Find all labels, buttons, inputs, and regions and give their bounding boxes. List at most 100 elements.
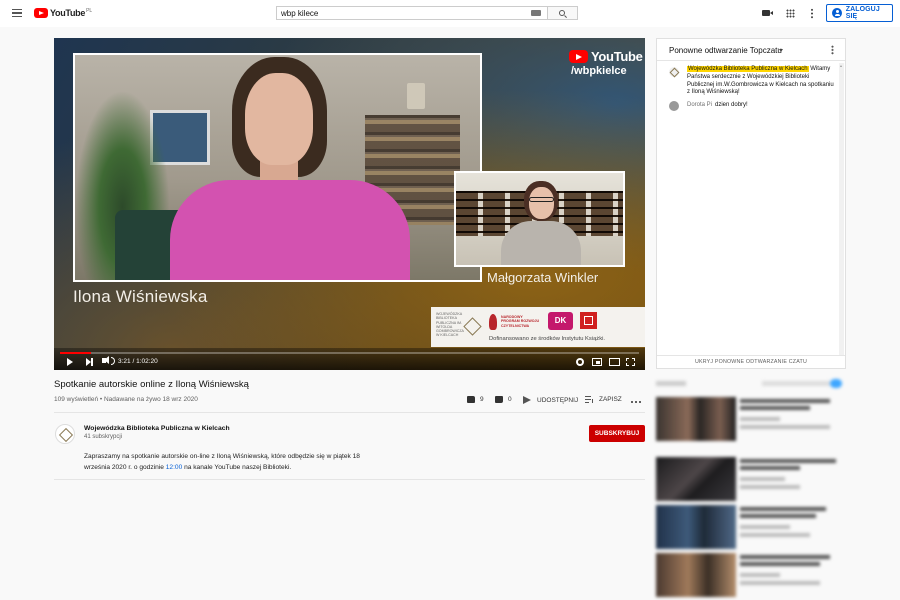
account-icon bbox=[832, 8, 842, 18]
youtube-play-icon bbox=[34, 8, 48, 18]
save-button[interactable]: ZAPISZ bbox=[585, 396, 622, 403]
chat-mode-selector[interactable]: Ponowne odtwarzanie Topczatu bbox=[669, 46, 782, 55]
volume-wave-icon bbox=[111, 357, 115, 365]
search-input[interactable] bbox=[281, 8, 521, 19]
channel-avatar[interactable] bbox=[55, 424, 75, 444]
thumbs-up-icon bbox=[467, 396, 475, 403]
play-icon[interactable] bbox=[67, 358, 73, 366]
timestamp-link[interactable]: 12:00 bbox=[166, 464, 183, 471]
video-meta-placeholder bbox=[740, 417, 780, 421]
speaker-face bbox=[245, 73, 313, 165]
video-thumbnail[interactable] bbox=[656, 553, 736, 597]
npr-logo-text: NARODOWY PROGRAM ROZWOJU CZYTELNICTWA bbox=[501, 315, 540, 328]
video-meta-placeholder bbox=[740, 485, 800, 489]
autoplay-label bbox=[762, 381, 830, 386]
video-thumbnail[interactable] bbox=[656, 505, 736, 549]
share-button[interactable]: UDOSTĘPNIJ bbox=[523, 396, 578, 404]
search-box bbox=[276, 6, 548, 20]
video-player[interactable]: Ilona Wiśniewska Małgorzata Winkler YouT… bbox=[54, 38, 645, 370]
subscribe-button[interactable]: SUBSKRYBUJ bbox=[589, 425, 645, 442]
video-meta-placeholder bbox=[740, 533, 810, 537]
chat-scrollbar[interactable] bbox=[839, 63, 844, 355]
dk-logo: DK bbox=[548, 312, 573, 330]
search-button[interactable] bbox=[548, 6, 578, 20]
menu-icon[interactable] bbox=[12, 9, 22, 17]
video-meta-placeholder bbox=[740, 477, 785, 481]
video-title-placeholder bbox=[740, 399, 830, 403]
video-meta-placeholder bbox=[740, 581, 820, 585]
next-icon[interactable] bbox=[86, 358, 93, 366]
chat-author-avatar[interactable] bbox=[669, 101, 679, 111]
autoplay-toggle[interactable] bbox=[830, 379, 842, 388]
video-thumbnail[interactable] bbox=[656, 457, 736, 501]
more-actions-icon[interactable] bbox=[630, 401, 641, 403]
divider bbox=[54, 412, 645, 413]
create-video-icon[interactable] bbox=[762, 10, 773, 16]
recommended-video[interactable] bbox=[656, 457, 840, 503]
hide-chat-button[interactable]: UKRYJ PONOWNE ODTWARZANIE CZATU bbox=[657, 355, 845, 369]
video-meta: 109 wyświetleń • Nadawane na żywo 18 wrz… bbox=[54, 396, 198, 403]
watermark-brand: YouTube bbox=[591, 49, 643, 64]
youtube-play-icon bbox=[569, 50, 588, 63]
recommended-video[interactable] bbox=[656, 553, 840, 599]
npr-logo: NARODOWY PROGRAM ROZWOJU CZYTELNICTWA bbox=[489, 312, 539, 338]
speaker-name-inset: Małgorzata Winkler bbox=[487, 270, 599, 285]
dislike-button[interactable]: 0 bbox=[495, 396, 512, 403]
sponsor-caption: Dofinansowano ze środków Instytutu Książ… bbox=[489, 336, 605, 342]
signin-button[interactable]: ZALOGUJ SIĘ bbox=[826, 4, 893, 22]
divider bbox=[54, 479, 645, 480]
settings-more-icon[interactable] bbox=[810, 8, 814, 19]
video-meta-placeholder bbox=[740, 525, 790, 529]
logo-region: PL bbox=[86, 7, 93, 14]
video-title: Spotkanie autorskie online z Iloną Wiśni… bbox=[54, 379, 249, 390]
main-speaker-frame bbox=[73, 53, 482, 282]
apps-grid-icon[interactable] bbox=[786, 9, 795, 18]
youtube-logo[interactable]: YouTube PL bbox=[34, 8, 92, 18]
video-title-placeholder bbox=[740, 406, 810, 410]
video-title-placeholder bbox=[740, 507, 826, 511]
channel-name[interactable]: Wojewódzka Biblioteka Publiczna w Kielca… bbox=[84, 425, 230, 432]
chat-author[interactable]: Dorota Pi bbox=[687, 102, 712, 108]
dislike-count: 0 bbox=[508, 396, 512, 403]
chat-header: Ponowne odtwarzanie Topczatu bbox=[657, 39, 845, 61]
keyboard-icon[interactable] bbox=[531, 10, 541, 16]
video-thumbnail[interactable] bbox=[656, 397, 736, 441]
fullscreen-icon[interactable] bbox=[626, 358, 635, 366]
share-icon bbox=[523, 396, 531, 404]
time-display: 3:21 / 1:02:20 bbox=[118, 357, 158, 365]
live-chat-replay: Ponowne odtwarzanie Topczatu Wojewódzka … bbox=[656, 38, 846, 369]
subscriber-count: 41 subskrypcji bbox=[84, 434, 123, 440]
chat-message-text: dzien dobry! bbox=[715, 102, 748, 108]
chat-author-owner[interactable]: Wojewódzka Biblioteka Publiczna w Kielca… bbox=[687, 66, 809, 72]
theater-mode-icon[interactable] bbox=[609, 358, 620, 366]
search-icon bbox=[559, 10, 565, 16]
lamp bbox=[407, 83, 425, 109]
miniplayer-icon[interactable] bbox=[592, 358, 602, 366]
player-controls: 3:21 / 1:02:20 bbox=[54, 348, 645, 370]
recommended-video[interactable] bbox=[656, 505, 840, 551]
video-meta-placeholder bbox=[740, 573, 780, 577]
masthead: YouTube PL ZALOGUJ SIĘ bbox=[0, 0, 900, 27]
progress-bar[interactable] bbox=[60, 352, 639, 354]
like-button[interactable]: 9 bbox=[467, 396, 484, 403]
logo-text: YouTube bbox=[50, 8, 86, 18]
like-count: 9 bbox=[480, 396, 484, 403]
chat-message: Wojewódzka Biblioteka Publiczna w Kielca… bbox=[687, 66, 837, 97]
video-title-placeholder bbox=[740, 562, 820, 566]
instytut-ksiazki-logo bbox=[580, 312, 597, 329]
chevron-down-icon[interactable] bbox=[779, 49, 783, 52]
channel-watermark: YouTube /wbpkielce bbox=[569, 49, 643, 77]
video-title-placeholder bbox=[740, 459, 836, 463]
recommended-video[interactable] bbox=[656, 397, 840, 443]
chat-author-avatar[interactable] bbox=[669, 67, 679, 77]
video-meta-placeholder bbox=[740, 425, 830, 429]
speaker-name-main: Ilona Wiśniewska bbox=[73, 287, 208, 306]
share-label: UDOSTĘPNIJ bbox=[537, 396, 579, 404]
volume-icon[interactable] bbox=[102, 356, 109, 364]
signin-label: ZALOGUJ SIĘ bbox=[845, 6, 880, 20]
video-description: Zapraszamy na spotkanie autorskie on-lin… bbox=[84, 452, 384, 473]
settings-gear-icon[interactable] bbox=[576, 358, 584, 366]
wbp-diamond-icon bbox=[463, 317, 482, 336]
chat-more-icon[interactable] bbox=[831, 45, 834, 55]
speaker-body bbox=[170, 180, 410, 280]
